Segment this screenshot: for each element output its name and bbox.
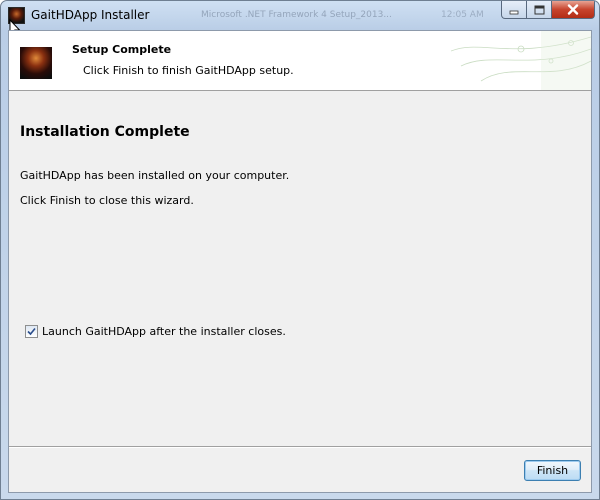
launch-app-label[interactable]: Launch GaitHDApp after the installer clo… — [42, 325, 286, 338]
footer-divider — [9, 446, 591, 448]
header-subtitle: Click Finish to finish GaitHDApp setup. — [83, 64, 294, 77]
maximize-button[interactable] — [527, 1, 552, 19]
background-clock-text: 12:05 AM — [441, 10, 484, 20]
background-window-title: Microsoft .NET Framework 4 Setup_2013... — [201, 10, 392, 20]
wizard-header: Setup Complete Click Finish to finish Ga… — [9, 31, 591, 91]
title-bar[interactable]: GaitHDApp Installer Microsoft .NET Frame… — [1, 1, 599, 38]
finish-button[interactable]: Finish — [524, 460, 581, 481]
page-heading: Installation Complete — [20, 124, 190, 140]
minimize-icon — [509, 10, 519, 14]
close-icon — [567, 4, 579, 15]
window-title: GaitHDApp Installer — [31, 8, 150, 22]
checkmark-icon — [27, 327, 36, 336]
header-decoration-icon — [451, 31, 591, 90]
launch-app-checkbox[interactable] — [25, 325, 38, 338]
header-title: Setup Complete — [72, 43, 172, 56]
wizard-body: Setup Complete Click Finish to finish Ga… — [8, 30, 592, 493]
maximize-icon — [534, 5, 544, 14]
launch-app-option[interactable]: Launch GaitHDApp after the installer clo… — [25, 325, 286, 338]
close-button[interactable] — [552, 1, 595, 19]
minimize-button[interactable] — [501, 1, 527, 19]
header-logo-icon — [20, 47, 52, 79]
installer-window: GaitHDApp Installer Microsoft .NET Frame… — [0, 0, 600, 500]
close-instructions: Click Finish to close this wizard. — [20, 194, 194, 207]
installed-message: GaitHDApp has been installed on your com… — [20, 169, 290, 182]
